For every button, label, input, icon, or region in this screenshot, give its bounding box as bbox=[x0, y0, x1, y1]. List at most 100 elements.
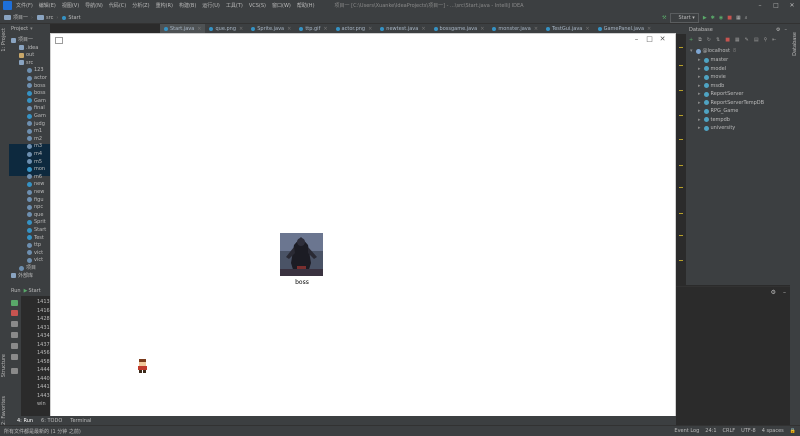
database-tool-tab[interactable]: Database bbox=[792, 32, 798, 56]
menu-item[interactable]: 分析(Z) bbox=[132, 2, 149, 9]
db-schema-item[interactable]: ▸ master bbox=[698, 56, 728, 64]
maximize-icon[interactable]: □ bbox=[643, 35, 656, 43]
close-icon[interactable]: ✕ bbox=[784, 0, 800, 11]
bottom-tool-tab[interactable]: 6: TODO bbox=[41, 418, 62, 424]
settings-icon[interactable] bbox=[11, 343, 18, 349]
hide-panel-icon[interactable]: – bbox=[783, 289, 786, 296]
close-tab-icon[interactable]: × bbox=[287, 26, 291, 32]
close-tab-icon[interactable]: × bbox=[421, 26, 425, 32]
bottom-tool-tab[interactable]: Terminal bbox=[70, 418, 91, 424]
copy-icon[interactable]: ⧉ bbox=[698, 37, 702, 43]
build-hammer-icon[interactable]: ⚒ bbox=[662, 15, 666, 21]
expand-arrow-icon[interactable]: ▸ bbox=[698, 107, 701, 115]
refresh-icon[interactable]: ↻ bbox=[707, 37, 711, 43]
tree-item[interactable]: 外部库 bbox=[11, 272, 33, 280]
pin-icon[interactable] bbox=[11, 368, 18, 374]
console-icon[interactable]: ▤ bbox=[754, 37, 759, 43]
db-schema-item[interactable]: ▸ msdb bbox=[698, 82, 724, 90]
gear-icon[interactable]: ⚙ bbox=[771, 289, 776, 296]
hide-panel-icon[interactable]: – bbox=[785, 27, 788, 33]
search-icon[interactable]: ⌕ bbox=[745, 15, 748, 21]
close-tab-icon[interactable]: × bbox=[647, 26, 651, 32]
collapse-icon[interactable]: ⇤ bbox=[772, 37, 776, 43]
expand-arrow-icon[interactable]: ▸ bbox=[698, 99, 701, 107]
expand-arrow-icon[interactable]: ▸ bbox=[698, 90, 701, 98]
menu-item[interactable]: 工具(T) bbox=[226, 2, 243, 9]
minimize-icon[interactable]: – bbox=[630, 35, 643, 43]
menu-item[interactable]: 重构(R) bbox=[156, 2, 173, 9]
minimize-icon[interactable]: – bbox=[752, 0, 768, 11]
db-schema-item[interactable]: ▸ tempdb bbox=[698, 116, 730, 124]
db-schema-item[interactable]: ▸ RPG_Game bbox=[698, 107, 738, 115]
favorites-tool-tab[interactable]: 2: Favorites bbox=[1, 396, 7, 425]
add-icon[interactable]: + bbox=[689, 37, 693, 43]
rerun-icon[interactable] bbox=[11, 300, 18, 306]
menu-item[interactable]: 构建(B) bbox=[179, 2, 196, 9]
menu-item[interactable]: 帮助(H) bbox=[297, 2, 315, 9]
db-schema-item[interactable]: ▸ movie bbox=[698, 73, 726, 81]
coverage-icon[interactable]: ◉ bbox=[719, 15, 723, 21]
expand-arrow-icon[interactable]: ▸ bbox=[698, 116, 701, 124]
gear-icon[interactable]: ⚙ bbox=[776, 27, 780, 33]
run-config-tab[interactable]: Start bbox=[28, 288, 40, 294]
run-console[interactable]: 1413 1416 1428 1431 1434 1437 1456 1458 1444 1440… bbox=[21, 296, 50, 416]
filter-icon[interactable]: ⚲ bbox=[764, 37, 768, 43]
camera-icon[interactable] bbox=[11, 321, 18, 327]
event-log-button[interactable]: Event Log bbox=[674, 428, 699, 434]
run-icon[interactable]: ▶ bbox=[703, 15, 707, 21]
db-schema-item[interactable]: ▸ model bbox=[698, 65, 726, 73]
editor-scroll-gutter[interactable] bbox=[676, 35, 686, 285]
close-tab-icon[interactable]: × bbox=[534, 26, 538, 32]
game-window[interactable]: – □ ✕ boss bbox=[50, 33, 676, 419]
caret-position[interactable]: 24:1 bbox=[705, 428, 716, 434]
close-tab-icon[interactable]: × bbox=[480, 26, 484, 32]
menu-item[interactable]: 文件(F) bbox=[16, 2, 33, 9]
maximize-icon[interactable]: □ bbox=[768, 0, 784, 11]
close-tab-icon[interactable]: × bbox=[368, 26, 372, 32]
menu-item[interactable]: 代码(C) bbox=[109, 2, 126, 9]
line-separator[interactable]: CRLF bbox=[723, 428, 736, 434]
file-encoding[interactable]: UTF-8 bbox=[741, 428, 756, 434]
menu-item[interactable]: VCS(S) bbox=[249, 3, 266, 9]
project-tool-tab[interactable]: 1: Project bbox=[1, 28, 7, 52]
breadcrumb-project[interactable]: 项目一 › bbox=[4, 14, 33, 21]
edit-icon[interactable]: ✎ bbox=[745, 37, 749, 43]
lock-icon[interactable]: 🔒 bbox=[790, 428, 796, 434]
close-tab-icon[interactable]: × bbox=[585, 26, 589, 32]
close-tab-icon[interactable]: × bbox=[197, 26, 201, 32]
indent-setting[interactable]: 4 spaces bbox=[762, 428, 784, 434]
stop-icon[interactable]: ■ bbox=[727, 15, 732, 21]
db-schema-item[interactable]: ▸ ReportServer bbox=[698, 90, 744, 98]
debug-icon[interactable]: ✱ bbox=[711, 15, 715, 21]
db-root[interactable]: ▾ @localhost 8 bbox=[690, 47, 736, 55]
structure-tool-tab[interactable]: Structure bbox=[1, 354, 7, 377]
expand-arrow-icon[interactable]: ▸ bbox=[698, 56, 701, 64]
table-icon[interactable]: ▦ bbox=[735, 37, 740, 43]
menu-item[interactable]: 窗口(W) bbox=[272, 2, 291, 9]
restore-layout-icon[interactable] bbox=[11, 332, 18, 338]
breadcrumb-src[interactable]: src › bbox=[37, 15, 58, 21]
menu-item[interactable]: 运行(U) bbox=[202, 2, 220, 9]
close-tab-icon[interactable]: × bbox=[239, 26, 243, 32]
breadcrumb-start[interactable]: Start bbox=[62, 15, 81, 21]
schema-icon bbox=[703, 108, 709, 114]
structure-icon[interactable]: ▦ bbox=[736, 15, 741, 21]
bottom-tool-tab[interactable]: 4: Run bbox=[17, 418, 33, 424]
db-schema-item[interactable]: ▸ ReportServerTempDB bbox=[698, 99, 764, 107]
expand-arrow-icon[interactable]: ▸ bbox=[698, 124, 701, 132]
expand-arrow-icon[interactable]: ▸ bbox=[698, 73, 701, 81]
project-panel-title[interactable]: Project bbox=[11, 26, 28, 32]
db-schema-item[interactable]: ▸ university bbox=[698, 124, 735, 132]
stop-icon[interactable]: ■ bbox=[725, 37, 730, 43]
close-icon[interactable]: ✕ bbox=[656, 35, 669, 43]
close-tab-icon[interactable]: × bbox=[323, 26, 327, 32]
run-config-dropdown[interactable]: Start ▾ bbox=[670, 12, 699, 23]
menu-item[interactable]: 编辑(E) bbox=[39, 2, 56, 9]
expand-arrow-icon[interactable]: ▸ bbox=[698, 65, 701, 73]
menu-item[interactable]: 导航(N) bbox=[85, 2, 103, 9]
expand-arrow-icon[interactable]: ▸ bbox=[698, 82, 701, 90]
sync-icon[interactable]: ⇅ bbox=[716, 37, 720, 43]
stop-icon[interactable] bbox=[11, 310, 18, 316]
menu-item[interactable]: 视图(V) bbox=[62, 2, 79, 9]
exit-icon[interactable] bbox=[11, 354, 18, 360]
